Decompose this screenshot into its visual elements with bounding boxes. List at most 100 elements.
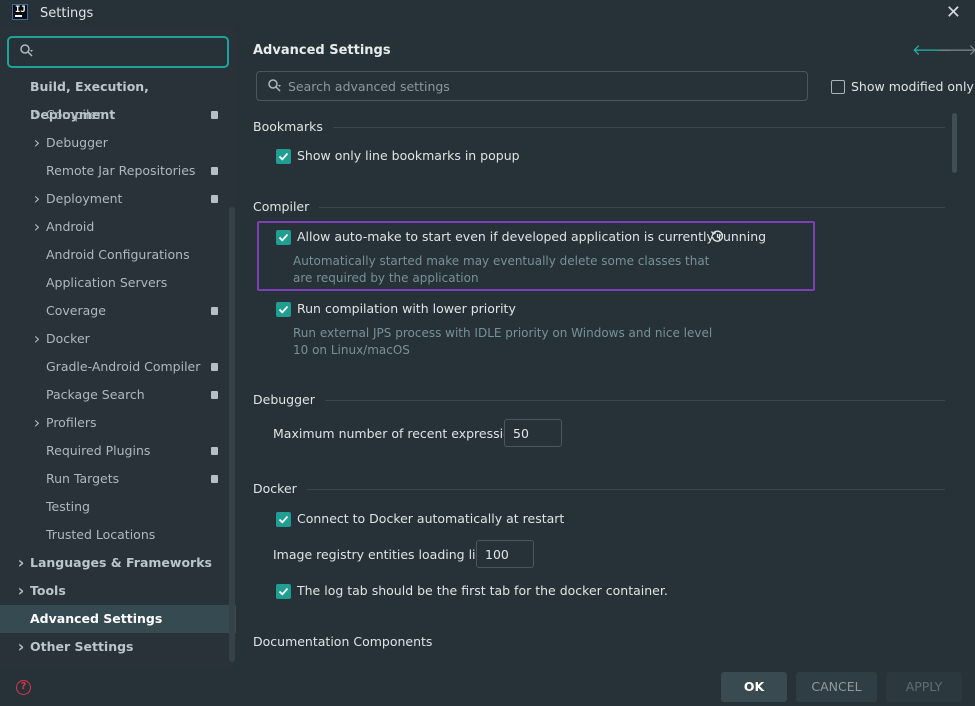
sidebar-item-label: Trusted Locations [46,527,156,542]
advanced-search[interactable] [256,71,808,101]
sidebar-item-coverage[interactable]: Coverage [0,297,236,325]
max-expressions-input[interactable]: 50 [504,419,562,447]
title-bar: IJ Settings ✕ [0,0,975,27]
section-title: Debugger [253,392,315,407]
sidebar-item-label: Gradle-Android Compiler [46,359,201,374]
main-scrollbar[interactable] [952,113,957,173]
sidebar-item-deployment[interactable]: › Deployment [0,185,236,213]
intellij-logo-icon: IJ [12,4,28,20]
sidebar-item-required-plugins[interactable]: Required Plugins [0,437,236,465]
check-icon[interactable] [276,512,291,527]
max-expressions-row: Maximum number of recent expressions: 50 [273,419,573,449]
chevron-right-icon[interactable]: › [32,409,42,437]
sidebar-item-label: Run Targets [46,471,120,486]
chevron-right-icon[interactable]: › [16,577,26,605]
auto-make-hint: Automatically started make may eventuall… [293,254,710,268]
cancel-button[interactable]: CANCEL [796,672,877,702]
settings-sidebar: Build, Execution, Deployment › Compiler › De… [0,27,236,667]
sidebar-item-compiler[interactable]: › Compiler [0,101,236,129]
help-icon[interactable]: ? [16,680,31,695]
sidebar-item-label: Profilers [46,415,97,430]
sidebar-item-other-settings[interactable]: › Other Settings [0,633,236,661]
sidebar-item-gradle-android-compiler[interactable]: Gradle-Android Compiler [0,353,236,381]
sidebar-item-remote-jar-repositories[interactable]: Remote Jar Repositories [0,157,236,185]
divider [319,207,945,208]
sidebar-item-label: Required Plugins [46,443,151,458]
sidebar-item-label: Application Servers [46,275,168,290]
sidebar-item-label: Tools [30,583,66,598]
sidebar-item-label: Android [46,219,95,234]
page-title: Advanced Settings [253,43,391,58]
chevron-right-icon[interactable]: › [32,185,42,213]
project-level-icon [211,475,218,483]
sidebar-item-package-search[interactable]: Package Search [0,381,236,409]
max-expressions-label: Maximum number of recent expressions: [273,426,530,441]
auto-make-hint-line2: are required by the application [293,271,479,285]
sidebar-item-advanced-settings[interactable]: Advanced Settings [0,605,236,633]
sidebar-item-build-execution-deployment[interactable]: Build, Execution, Deployment [0,73,236,122]
sidebar-item-testing[interactable]: Testing [0,493,236,521]
project-level-icon [211,111,218,119]
forward-arrow-icon[interactable]: 🡒 [937,40,975,59]
sidebar-search[interactable] [7,36,229,68]
chevron-right-icon[interactable]: › [32,101,42,129]
sidebar-item-android-configurations[interactable]: Android Configurations [0,241,236,269]
sidebar-scrollbar[interactable] [229,207,235,662]
registry-limit-input[interactable]: 100 [476,540,534,568]
ok-button[interactable]: OK [721,672,787,702]
reset-default-icon[interactable] [710,229,725,244]
sidebar-item-tools[interactable]: › Tools [0,577,236,605]
sidebar-item-label: Remote Jar Repositories [46,163,196,178]
project-level-icon [211,195,218,203]
sidebar-item-profilers[interactable]: › Profilers [0,409,236,437]
apply-button[interactable]: APPLY [886,672,962,702]
low-priority-label: Run compilation with lower priority [297,301,516,316]
registry-limit-row: Image registry entities loading limit: 1… [273,540,573,570]
chevron-right-icon[interactable]: › [32,325,42,353]
check-icon[interactable] [276,584,291,599]
project-level-icon [211,307,218,315]
docker-log-tab-label: The log tab should be the first tab for … [297,583,668,598]
divider [325,400,945,401]
project-level-icon [211,447,218,455]
sidebar-item-label: Compiler [46,107,103,122]
sidebar-item-debugger[interactable]: › Debugger [0,129,236,157]
sidebar-item-languages-frameworks[interactable]: › Languages & Frameworks [0,549,236,577]
section-title: Documentation Components [253,634,433,649]
show-modified-label: Show modified only [851,79,974,94]
sidebar-item-application-servers[interactable]: Application Servers [0,269,236,297]
auto-make-label: Allow auto-make to start even if develop… [297,229,767,244]
sidebar-item-label: Testing [46,499,90,514]
project-level-icon [211,363,218,371]
sidebar-item-run-targets[interactable]: Run Targets [0,465,236,493]
divider [307,489,945,490]
sidebar-item-android[interactable]: › Android [0,213,236,241]
sidebar-item-label: Other Settings [30,639,134,654]
chevron-right-icon[interactable]: › [16,633,26,661]
check-icon[interactable] [276,149,291,164]
close-icon[interactable]: ✕ [946,2,961,23]
check-icon[interactable] [276,302,291,317]
sidebar-item-trusted-locations[interactable]: Trusted Locations [0,521,236,549]
advanced-search-input[interactable] [288,78,788,95]
sidebar-item-label: Docker [46,331,90,346]
sidebar-item-docker[interactable]: › Docker [0,325,236,353]
sidebar-item-label: Debugger [46,135,108,150]
low-priority-hint-line2: 10 on Linux/macOS [293,343,410,357]
sidebar-item-label: Coverage [46,303,106,318]
window-title: Settings [40,6,94,21]
project-level-icon [211,167,218,175]
project-level-icon [211,391,218,399]
divider [333,127,945,128]
section-title: Bookmarks [253,119,323,134]
sidebar-item-label: Deployment [46,191,123,206]
chevron-right-icon[interactable]: › [16,549,26,577]
checkbox-unchecked[interactable] [831,80,845,94]
chevron-right-icon[interactable]: › [32,129,42,157]
chevron-right-icon[interactable]: › [32,213,42,241]
sidebar-search-input[interactable] [39,43,219,61]
sidebar-item-label: Languages & Frameworks [30,555,212,570]
sidebar-item-label: Package Search [46,387,145,402]
check-icon[interactable] [276,230,291,245]
low-priority-hint: Run external JPS process with IDLE prior… [293,326,713,340]
